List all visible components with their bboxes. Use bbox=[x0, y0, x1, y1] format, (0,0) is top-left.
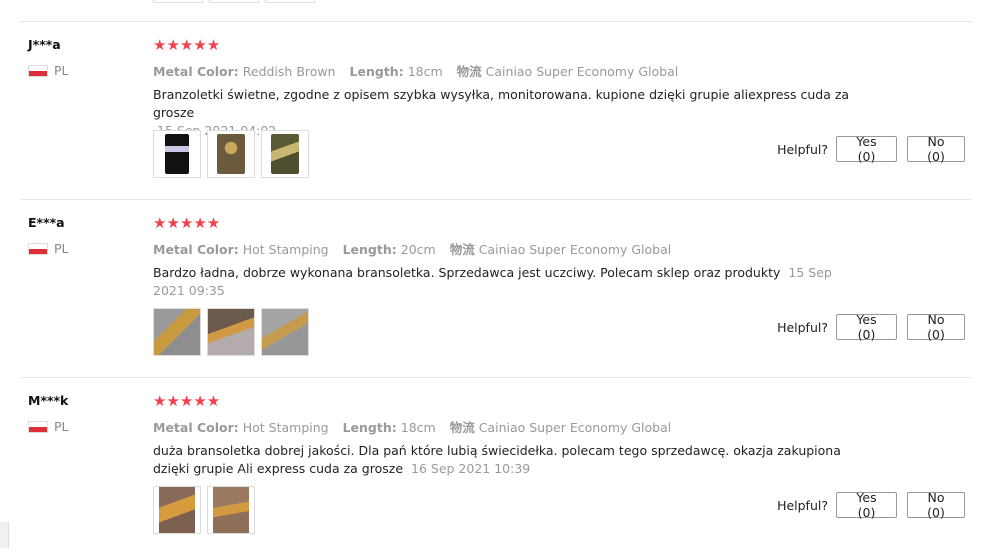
phone-photo-icon bbox=[165, 134, 189, 174]
reviewer-name: J***a bbox=[28, 37, 61, 52]
length-label: Length: bbox=[342, 242, 397, 257]
bracelet-photo-icon bbox=[159, 487, 195, 533]
bracelet-photo-icon bbox=[208, 309, 254, 355]
reviewer-name: M***k bbox=[28, 393, 69, 408]
helpful-no-button[interactable]: No (0) bbox=[907, 134, 965, 164]
product-attributes: Metal Color: Hot Stamping Length: 18cm 物… bbox=[153, 417, 671, 436]
country-code: PL bbox=[54, 63, 69, 78]
bracelet-photo-icon bbox=[262, 309, 308, 355]
shipping-label: 物流 bbox=[449, 420, 475, 435]
metal-color-value: Hot Stamping bbox=[242, 242, 329, 257]
helpful-controls: Helpful? Yes (0) No (0) bbox=[777, 490, 965, 520]
review-photos bbox=[153, 308, 309, 356]
helpful-yes-button[interactable]: Yes (0) bbox=[836, 134, 897, 164]
shipping-label: 物流 bbox=[456, 64, 482, 79]
length-label: Length: bbox=[342, 420, 397, 435]
poland-flag-icon bbox=[28, 242, 48, 255]
review-item: J***a PL ★★★★★ Metal Color: Reddish Brow… bbox=[0, 22, 1001, 200]
product-attributes: Metal Color: Reddish Brown Length: 18cm … bbox=[153, 61, 678, 80]
previous-review-thumbnails bbox=[153, 0, 315, 3]
country-code: PL bbox=[54, 241, 69, 256]
review-photo[interactable] bbox=[207, 486, 255, 534]
length-value: 18cm bbox=[407, 64, 443, 79]
helpful-no-button[interactable]: No (0) bbox=[907, 490, 965, 520]
product-attributes: Metal Color: Hot Stamping Length: 20cm 物… bbox=[153, 239, 671, 258]
review-item: E***a PL ★★★★★ Metal Color: Hot Stamping… bbox=[0, 200, 1001, 378]
reviewer-country: PL bbox=[28, 241, 69, 256]
star-icons: ★★★★★ bbox=[153, 392, 221, 410]
bracelet-photo-icon bbox=[154, 309, 200, 355]
review-item: M***k PL ★★★★★ Metal Color: Hot Stamping… bbox=[0, 378, 1001, 556]
thumbnail[interactable] bbox=[153, 0, 203, 3]
star-rating: ★★★★★ bbox=[153, 214, 220, 232]
scrollbar[interactable] bbox=[0, 522, 9, 548]
metal-color-label: Metal Color: bbox=[153, 64, 239, 79]
length-value: 20cm bbox=[400, 242, 436, 257]
review-body: Bardzo ładna, dobrze wykonana bransoletk… bbox=[153, 265, 781, 280]
shipping-value: Cainiao Super Economy Global bbox=[478, 420, 672, 435]
review-text: Bardzo ładna, dobrze wykonana bransoletk… bbox=[153, 264, 853, 300]
helpful-controls: Helpful? Yes (0) No (0) bbox=[777, 134, 965, 164]
helpful-yes-button[interactable]: Yes (0) bbox=[836, 490, 897, 520]
review-photo[interactable] bbox=[207, 308, 255, 356]
review-photo[interactable] bbox=[153, 130, 201, 178]
review-photo[interactable] bbox=[261, 308, 309, 356]
thumbnail[interactable] bbox=[209, 0, 259, 3]
review-photos bbox=[153, 486, 255, 534]
review-body: Branzoletki świetne, zgodne z opisem szy… bbox=[153, 87, 850, 120]
length-value: 18cm bbox=[400, 420, 436, 435]
helpful-label: Helpful? bbox=[777, 497, 828, 513]
metal-color-label: Metal Color: bbox=[153, 420, 239, 435]
review-photo[interactable] bbox=[207, 130, 255, 178]
review-photos bbox=[153, 130, 309, 178]
reviewer-name: E***a bbox=[28, 215, 65, 230]
metal-color-value: Reddish Brown bbox=[242, 64, 336, 79]
shipping-label: 物流 bbox=[449, 242, 475, 257]
helpful-label: Helpful? bbox=[777, 319, 828, 335]
poland-flag-icon bbox=[28, 420, 48, 433]
helpful-label: Helpful? bbox=[777, 141, 828, 157]
star-icons: ★★★★★ bbox=[153, 36, 221, 54]
shipping-value: Cainiao Super Economy Global bbox=[478, 242, 672, 257]
country-code: PL bbox=[54, 419, 69, 434]
poland-flag-icon bbox=[28, 64, 48, 77]
helpful-controls: Helpful? Yes (0) No (0) bbox=[777, 312, 965, 342]
reviewer-country: PL bbox=[28, 63, 69, 78]
helpful-no-button[interactable]: No (0) bbox=[907, 312, 965, 342]
thumbnail[interactable] bbox=[265, 0, 315, 3]
review-photo[interactable] bbox=[153, 308, 201, 356]
helpful-yes-button[interactable]: Yes (0) bbox=[836, 312, 897, 342]
reviewer-country: PL bbox=[28, 419, 69, 434]
review-photo[interactable] bbox=[153, 486, 201, 534]
star-rating: ★★★★★ bbox=[153, 36, 220, 54]
review-date: 16 Sep 2021 10:39 bbox=[411, 461, 531, 476]
length-label: Length: bbox=[349, 64, 404, 79]
review-text: duża bransoletka dobrej jakości. Dla pań… bbox=[153, 442, 853, 478]
metal-color-label: Metal Color: bbox=[153, 242, 239, 257]
star-rating: ★★★★★ bbox=[153, 392, 220, 410]
star-icons: ★★★★★ bbox=[153, 214, 221, 232]
bracelet-photo-icon bbox=[213, 487, 249, 533]
shipping-value: Cainiao Super Economy Global bbox=[485, 64, 679, 79]
review-photo[interactable] bbox=[261, 130, 309, 178]
bracelet-photo-icon bbox=[271, 134, 299, 174]
bracelet-photo-icon bbox=[217, 134, 245, 174]
metal-color-value: Hot Stamping bbox=[242, 420, 329, 435]
